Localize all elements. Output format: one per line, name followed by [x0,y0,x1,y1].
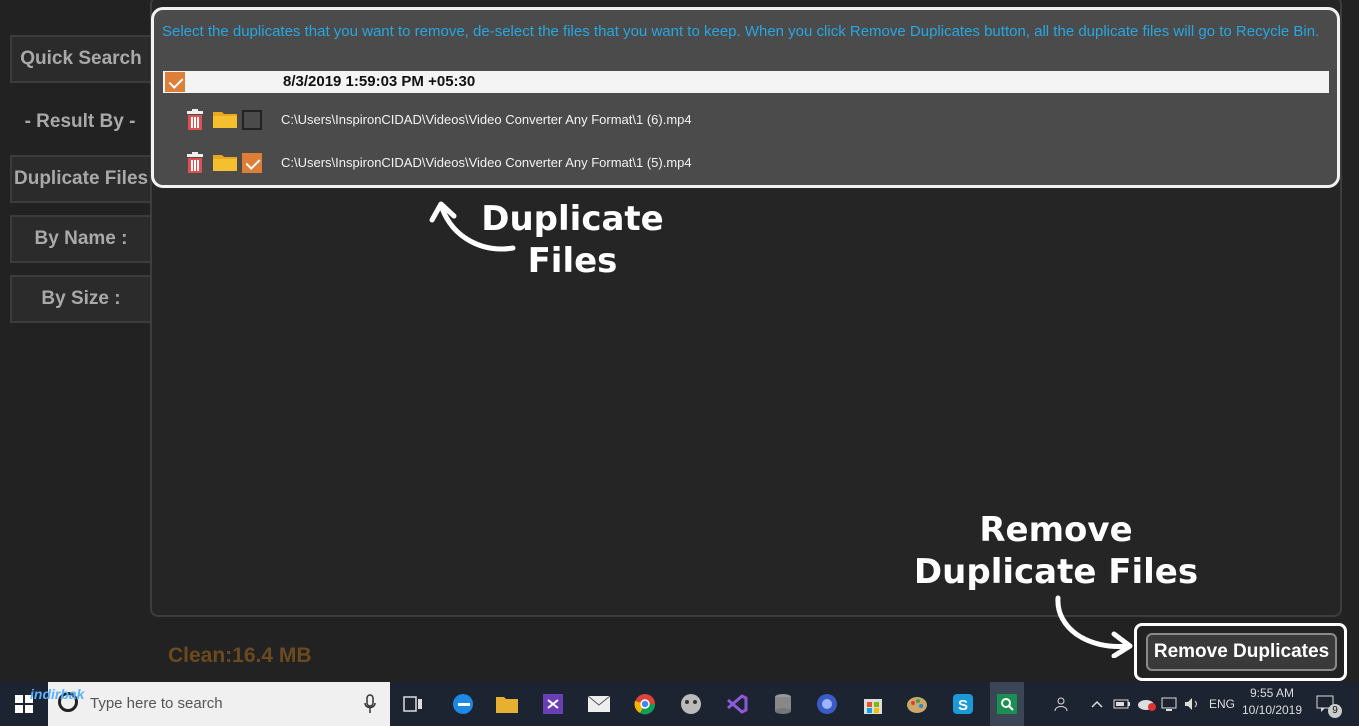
volume-icon[interactable] [1182,682,1202,726]
annotation-line: Files [527,241,618,281]
mail-icon[interactable] [584,682,614,726]
sidebar: Quick Search - Result By - Duplicate Fil… [0,0,150,682]
microphone-icon[interactable] [364,694,376,718]
annotation-line: Duplicate [481,199,664,239]
battery-icon[interactable] [1112,682,1132,726]
task-view-icon[interactable] [400,682,426,726]
annotation-duplicate-files: Duplicate Files [470,198,675,282]
search-placeholder: Type here to search [90,695,223,712]
trash-icon[interactable] [184,109,206,135]
store-icon[interactable] [858,682,888,726]
trash-icon[interactable] [184,152,206,178]
visual-studio-icon[interactable] [538,682,568,726]
clock[interactable]: 9:55 AM 10/10/2019 [1240,685,1304,719]
paint-icon[interactable] [902,682,932,726]
browser-icon[interactable] [812,682,842,726]
folder-icon[interactable] [212,152,238,176]
taskbar-search-input[interactable]: Type here to search [48,682,390,726]
duplicate-files-button[interactable]: Duplicate Files: [10,155,150,203]
duplicate-group-header: 8/3/2019 1:59:03 PM +05:30 [163,71,1329,93]
database-icon[interactable] [768,682,798,726]
skype-icon[interactable]: S [948,682,978,726]
visual-studio-code-icon[interactable] [722,682,752,726]
file-checkbox[interactable] [242,110,262,130]
duplicate-list: Select the duplicates that you want to r… [151,7,1340,188]
language-indicator[interactable]: ENG [1206,682,1238,726]
quick-search-button[interactable]: Quick Search [10,35,150,83]
remove-duplicates-button[interactable]: Remove Duplicates [1146,633,1337,671]
active-app-icon[interactable] [990,682,1024,726]
clock-date: 10/10/2019 [1241,703,1303,717]
language-text: ENG [1208,697,1235,711]
chevron-up-icon[interactable] [1088,682,1106,726]
file-path: C:\Users\InspironCIDAD\Videos\Video Conv… [281,155,692,170]
notification-icon[interactable]: 9 [1310,682,1342,726]
group-checkbox[interactable] [165,72,185,92]
watermark-logo: indirbak [30,686,85,702]
file-checkbox[interactable] [242,153,262,173]
by-name-button[interactable]: By Name : [10,215,150,263]
curved-arrow-icon [1055,595,1133,658]
network-icon[interactable] [1160,682,1180,726]
file-row: C:\Users\InspironCIDAD\Videos\Video Conv… [184,107,1324,133]
file-explorer-icon[interactable] [492,682,522,726]
result-by-label: - Result By - [24,111,136,132]
annotation-line: Duplicate Files [913,552,1199,592]
clean-size-label: Clean:16.4 MB [168,644,312,667]
group-date: 8/3/2019 1:59:03 PM +05:30 [283,73,476,90]
annotation-remove-duplicates: Remove Duplicate Files [906,509,1206,593]
chrome-icon[interactable] [630,682,660,726]
notification-badge: 9 [1328,704,1342,718]
folder-icon[interactable] [212,109,238,133]
annotation-line: Remove [979,510,1133,550]
edge-browser-icon[interactable] [448,682,478,726]
clock-time: 9:55 AM [1249,686,1295,700]
people-icon[interactable] [1052,682,1074,726]
svg-text:S: S [958,697,968,714]
instructions-text: Select the duplicates that you want to r… [162,23,1320,40]
file-path: C:\Users\InspironCIDAD\Videos\Video Conv… [281,112,692,127]
by-size-button[interactable]: By Size : [10,275,150,323]
cloud-error-icon[interactable] [1136,682,1158,726]
file-row: C:\Users\InspironCIDAD\Videos\Video Conv… [184,150,1324,176]
app-icon[interactable] [676,682,706,726]
